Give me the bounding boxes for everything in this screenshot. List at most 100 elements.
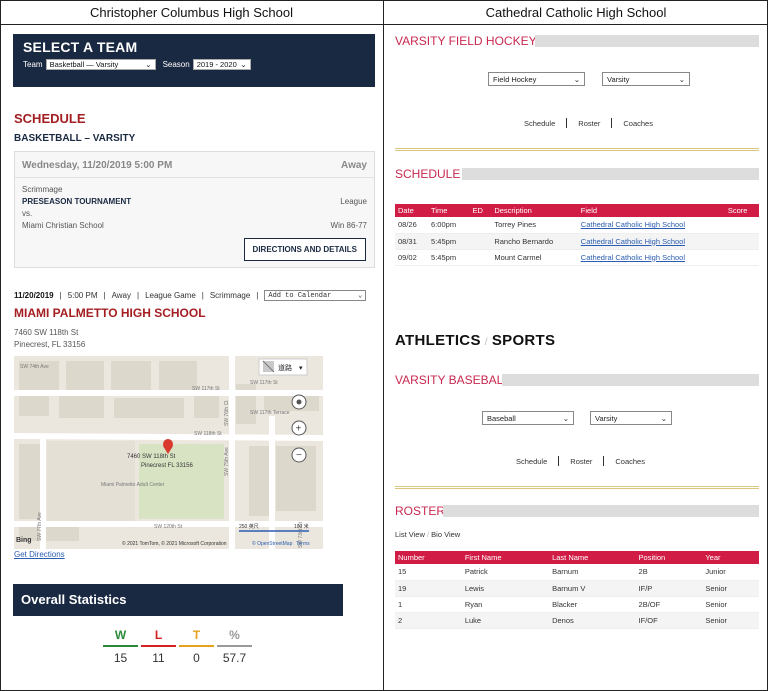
roster-col-header: Position [635,551,703,564]
fh-subnav: Schedule Roster Coaches [524,118,653,128]
game-vs: vs. [22,209,33,218]
roster-cell-pos: 2B/OF [635,596,703,613]
bb-sport-select[interactable]: Baseball ⌄ [482,411,574,425]
add-to-calendar-select[interactable]: Add to Calendar ⌄ [264,290,367,301]
chevron-down-icon: ⌄ [678,74,685,84]
game-opponent: Miami Christian School [22,221,104,230]
field-hockey-title: VARSITY FIELD HOCKEY [395,34,537,48]
roster-cell-num: 19 [395,580,462,597]
venue-name: MIAMI PALMETTO HIGH SCHOOL [14,306,206,320]
gold-divider [395,486,759,489]
title-rule [443,505,759,517]
roster-cell-pos: IF/OF [635,612,703,629]
map-street-label: SW 74th Ave [20,364,49,370]
roster-cell-last: Blacker [549,596,636,613]
game-event-tag: League [340,197,367,206]
game-date: Wednesday, 11/20/2019 5:00 PM [22,160,173,171]
sports-label: SPORTS [491,332,556,349]
fh-sport-select[interactable]: Field Hockey ⌄ [488,72,585,86]
overall-stats-title: Overall Statistics [21,592,127,607]
roster-col-header: Year [702,551,759,564]
roster-cell-last: Denos [549,612,636,629]
bb-roster-link[interactable]: Roster [570,457,592,466]
zoom-out-icon[interactable]: − [296,450,302,461]
field-link[interactable]: Cathedral Catholic High School [581,220,685,229]
view-toggle: List View / Bio View [395,530,461,539]
terms-link[interactable]: Terms [296,541,310,547]
map-street-label: SW 120th St [154,524,183,530]
stat-value: 15 [113,651,128,665]
map-view[interactable]: 7460 SW 118th St Pinecrest FL 33156 Miam… [14,356,323,549]
field-link[interactable]: Cathedral Catholic High School [581,253,685,262]
team-select-value: Basketball — Varsity [49,60,119,69]
chevron-down-icon: ⌄ [660,413,667,423]
field-link[interactable]: Cathedral Catholic High School [581,237,685,246]
map-street-label: SW 117th St [250,380,278,386]
address-line-2: Pinecrest, FL 33156 [14,340,86,349]
meta-homeaway: Away [111,291,131,300]
game-event: PRESEASON TOURNAMENT [22,197,132,206]
season-select-value: 2019 - 2020 [196,60,237,69]
locate-icon[interactable] [296,399,302,405]
bing-logo: Bing [16,537,32,544]
team-select[interactable]: Basketball — Varsity ⌄ [45,59,156,70]
roster-cell-year: Senior [702,596,759,613]
roster-col-header: Number [395,551,462,564]
bb-level-select[interactable]: Varsity ⌄ [590,411,672,425]
baseball-title: VARSITY BASEBALL [395,373,510,387]
stat-value: 57.7 [222,651,247,665]
game-card: Wednesday, 11/20/2019 5:00 PM Away Scrimm… [14,151,375,268]
game-homeaway: Away [341,160,367,171]
schedule-col-header: Field [577,204,725,217]
season-select[interactable]: 2019 - 2020 ⌄ [192,59,251,70]
map-street-label: SW 75th Ave [224,447,230,476]
schedule-cell-date: 08/31 [398,236,417,246]
directions-button[interactable]: DIRECTIONS AND DETAILS [243,238,366,261]
chevron-down-icon: ▾ [299,365,303,372]
stat-value: 0 [193,651,200,665]
roster-cell-last: Barnum V [549,580,636,597]
stat-item: T0 [179,628,214,665]
fh-sport-value: Field Hockey [493,74,537,84]
fh-level-value: Varsity [607,74,630,84]
fh-level-select[interactable]: Varsity ⌄ [602,72,690,86]
bb-subnav: Schedule Roster Coaches [516,456,645,466]
roster-cell-first: Patrick [461,564,550,581]
athletics-sports-heading: ATHLETICS / SPORTS [395,332,556,349]
stat-value: 11 [152,651,165,665]
zoom-in-icon[interactable]: + [296,424,302,435]
fh-roster-link[interactable]: Roster [578,119,600,128]
select-team-title: SELECT A TEAM [23,39,138,55]
meta-type: Scrimmage [209,291,251,300]
map-road-toggle[interactable]: 道路 [278,363,292,372]
bb-schedule-link[interactable]: Schedule [516,457,547,466]
schedule-col-header: ED [469,204,492,217]
schedule-col-header: Date [395,204,429,217]
game-result: Win 86-77 [330,221,367,230]
schedule-col-header: Description [491,204,578,217]
select-team-panel: SELECT A TEAM Team Basketball — Varsity ⌄… [13,34,375,87]
stat-label: % [217,628,252,647]
roster-cell-num: 2 [395,612,462,629]
fh-schedule-link[interactable]: Schedule [524,119,555,128]
roster-title: ROSTER [395,504,446,518]
bb-coaches-link[interactable]: Coaches [615,457,645,466]
right-column-header: Cathedral Catholic High School [384,0,768,25]
roster-table: Number First Name Last Name Position Year 15… [395,551,759,629]
roster-col-header: Last Name [549,551,636,564]
title-rule [502,374,759,386]
osm-link[interactable]: © OpenStreetMap [252,540,293,547]
roster-row: 15 Patrick Barnum 2B Junior [395,564,759,581]
schedule-cell-time: 5:45pm [431,236,457,246]
roster-cell-num: 1 [395,596,462,613]
schedule-row: 08/31 5:45pm Rancho Bernardo Cathedral Cath… [395,233,759,250]
schedule-heading: SCHEDULE [14,111,86,126]
bio-view-link[interactable]: Bio View [431,530,460,539]
list-view-link[interactable]: List View [395,530,425,539]
schedule-row: 08/26 6:00pm Torrey Pines Cathedral Catholi… [395,217,759,234]
get-directions-link[interactable]: Get Directions [14,550,65,559]
bb-sport-value: Baseball [487,413,516,423]
title-rule [462,168,759,180]
fh-coaches-link[interactable]: Coaches [623,119,653,128]
meta-time: 5:00 PM [67,291,98,300]
